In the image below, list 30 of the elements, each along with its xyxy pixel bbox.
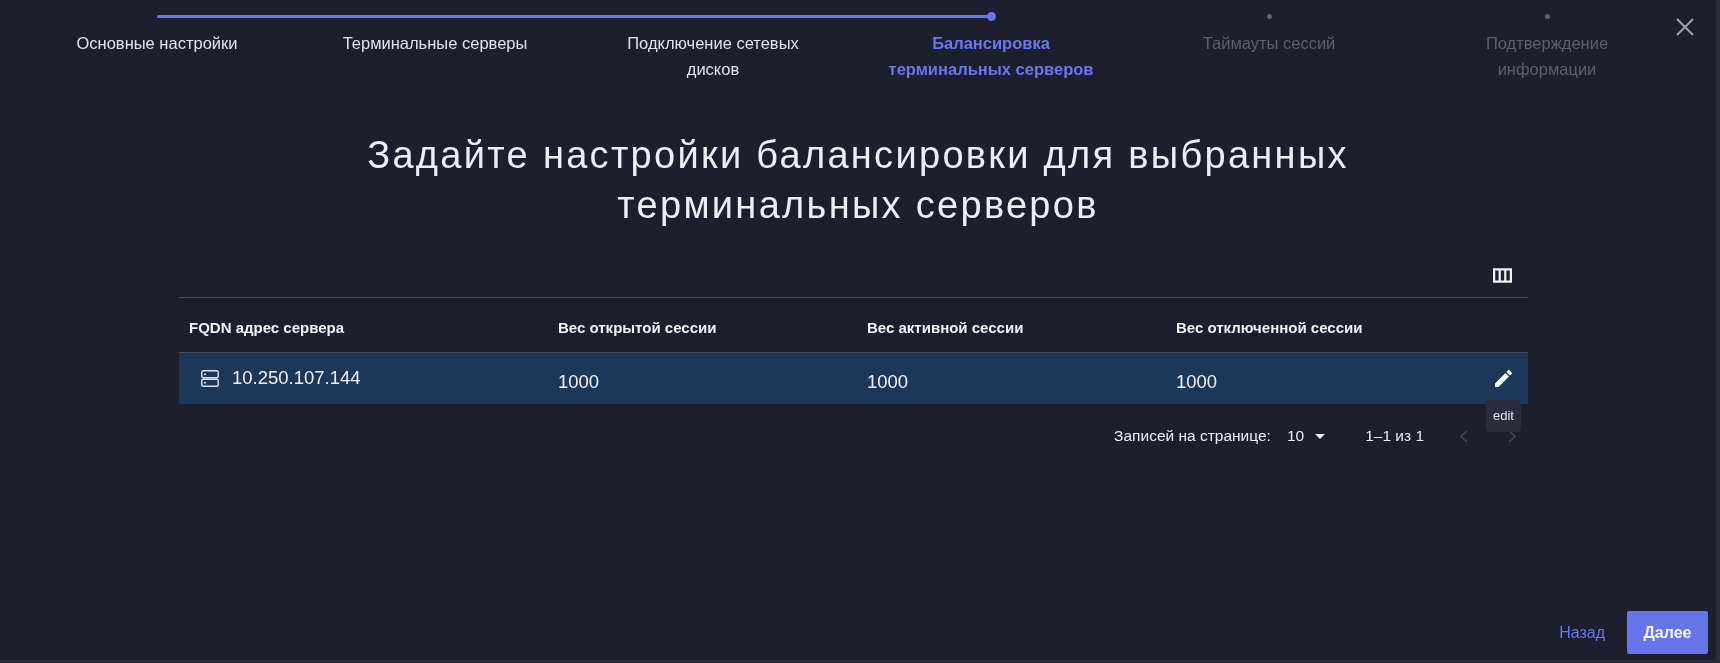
page-title: Задайте настройки балансировки для выбранных терминальных серверов: [366, 133, 1350, 228]
columns-button[interactable]: [1493, 268, 1512, 283]
column-header: Вес активной сессии: [866, 318, 1025, 336]
table-cell: 10.250.107.144: [232, 366, 361, 389]
chevron-left-icon: [1460, 429, 1468, 443]
step-label: Балансировка терминальных серверов: [887, 33, 1095, 80]
page-range: 1–1 из 1: [1365, 427, 1424, 445]
step-label: Подключение сетевых дисков: [626, 33, 800, 80]
column-header: FQDN адрес сервера: [188, 318, 346, 336]
table-cell: 1000: [867, 370, 909, 393]
caret-icon: [1315, 433, 1326, 439]
column-header: Вес отключенной сессии: [1175, 318, 1364, 336]
rows-per-page-label: Записей на странице:: [1114, 427, 1271, 445]
columns-icon: [1493, 268, 1512, 283]
column-header: Вес открытой сессии: [557, 318, 718, 336]
table-cell: 1000: [1176, 370, 1218, 393]
back-button[interactable]: Назад: [1559, 624, 1605, 642]
rows-per-page-select[interactable]: 10: [1286, 427, 1326, 445]
step-label: Таймауты сессий: [1202, 33, 1336, 54]
next-button[interactable]: Далее: [1627, 611, 1708, 654]
chevron-right-icon: [1508, 429, 1516, 443]
step-label: Подтверждение информации: [1484, 33, 1610, 80]
close-icon: [1676, 18, 1694, 36]
server-icon: [201, 370, 219, 387]
close-button[interactable]: [1675, 17, 1695, 37]
tooltip: edit: [1486, 399, 1521, 432]
pencil-icon: [1494, 370, 1512, 387]
step-label: Основные настройки: [76, 33, 238, 54]
step-label: Терминальные серверы: [342, 33, 528, 54]
table-cell: 1000: [558, 370, 600, 393]
